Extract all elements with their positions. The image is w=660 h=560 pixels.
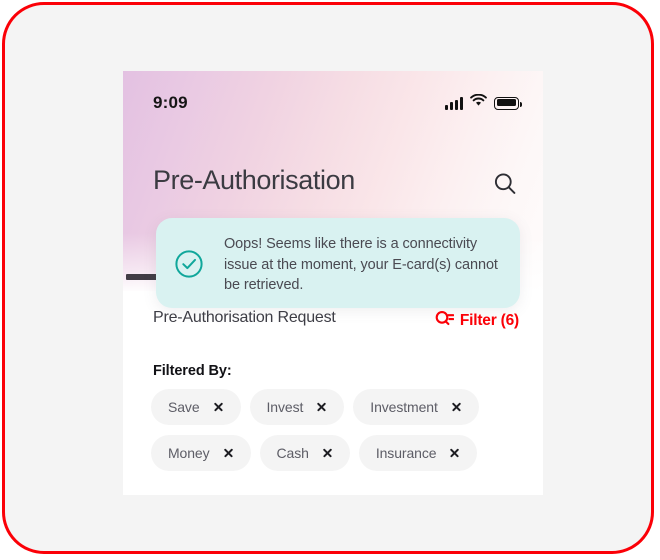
- close-icon[interactable]: [449, 448, 460, 459]
- filter-chip-label: Investment: [370, 399, 438, 415]
- status-bar-icons: [445, 93, 522, 112]
- filter-button-label: Filter (6): [459, 312, 519, 329]
- filter-chip[interactable]: Save: [151, 389, 241, 425]
- filter-button[interactable]: Filter (6): [435, 310, 519, 332]
- check-circle-icon: [174, 249, 204, 279]
- battery-full-icon: [494, 96, 522, 110]
- outer-frame: 9:09 Pre-Authorisation Oops! Seems like …: [2, 2, 654, 554]
- phone-screen: 9:09 Pre-Authorisation Oops! Seems like …: [123, 71, 543, 495]
- filter-chip[interactable]: Money: [151, 435, 251, 471]
- search-icon: [494, 173, 516, 194]
- filter-chip[interactable]: Investment: [353, 389, 479, 425]
- close-icon[interactable]: [451, 402, 462, 413]
- filtered-by-label: Filtered By:: [153, 363, 232, 379]
- close-icon[interactable]: [213, 402, 224, 413]
- close-icon[interactable]: [223, 448, 234, 459]
- toast-message: Oops! Seems like there is a connectivity…: [224, 236, 498, 293]
- filter-chip-list: Save Invest Investment Money Cash Insura…: [151, 389, 523, 471]
- request-filter-row: Pre-Authorisation Request Filter (6): [123, 309, 543, 337]
- request-section-label: Pre-Authorisation Request: [153, 309, 336, 326]
- cellular-signal-icon: [445, 97, 463, 110]
- close-icon[interactable]: [316, 402, 327, 413]
- filter-chip-label: Invest: [266, 399, 304, 415]
- close-icon[interactable]: [322, 448, 333, 459]
- filter-chip-label: Cash: [276, 445, 309, 461]
- status-bar-time: 9:09: [153, 93, 188, 112]
- filter-chip-label: Insurance: [375, 445, 437, 461]
- page-title: Pre-Authorisation: [153, 165, 355, 195]
- filter-chip[interactable]: Invest: [249, 389, 345, 425]
- filter-chip-label: Save: [168, 399, 200, 415]
- header-title-row: Pre-Authorisation: [123, 165, 543, 209]
- filter-chip-label: Money: [168, 445, 210, 461]
- status-bar: 9:09: [123, 71, 543, 121]
- filter-chip[interactable]: Insurance: [358, 435, 478, 471]
- filter-chip[interactable]: Cash: [259, 435, 350, 471]
- wifi-icon: [470, 93, 487, 112]
- search-button[interactable]: [491, 170, 519, 198]
- filter-search-icon: [435, 310, 455, 332]
- connectivity-toast: Oops! Seems like there is a connectivity…: [156, 218, 520, 308]
